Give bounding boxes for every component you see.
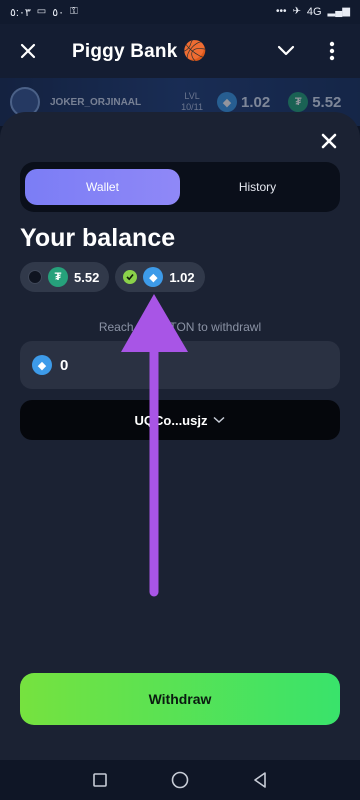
level-label: LVL xyxy=(184,91,200,102)
close-icon xyxy=(321,133,337,149)
chevron-down-icon xyxy=(277,45,295,56)
status-time: ٥:٠٣ xyxy=(10,6,31,19)
strip-usdt-balance: ₮ 5.52 xyxy=(288,92,341,112)
ton-icon: ◆ xyxy=(32,355,52,375)
key-icon: ⚿ xyxy=(70,6,78,17)
recents-button[interactable] xyxy=(80,760,120,800)
usdt-amount: 5.52 xyxy=(74,269,100,285)
sheet-close-button[interactable] xyxy=(316,128,342,154)
app-header: Piggy Bank 🏀 xyxy=(0,24,360,78)
withdraw-button[interactable]: Withdraw xyxy=(20,673,340,725)
status-left: ٥:٠٣ ▭ ٥٠ ⚿ xyxy=(10,6,78,19)
network-label: 4G xyxy=(306,6,322,18)
recents-icon xyxy=(93,773,107,787)
status-bar: ٥:٠٣ ▭ ٥٠ ⚿ ••• ✈ 4G ▂▄▆ xyxy=(0,0,360,24)
battery-icon: ▭ xyxy=(36,6,47,17)
more-dots-icon: ••• xyxy=(275,6,287,17)
home-circle-icon xyxy=(171,771,189,789)
ton-amount: 1.02 xyxy=(169,269,195,285)
back-triangle-icon xyxy=(254,772,266,788)
system-nav-bar xyxy=(0,760,360,800)
wallet-address-select[interactable]: UQCo...usjz xyxy=(20,400,340,440)
tether-icon: ₮ xyxy=(48,267,68,287)
notification-icon: ✈ xyxy=(292,6,301,17)
chevron-down-icon xyxy=(213,416,225,424)
strip-ton-balance: ◆ 1.02 xyxy=(217,92,270,112)
tether-icon: ₮ xyxy=(288,92,309,112)
withdraw-sheet: Wallet History Your balance ₮ 5.52 ◆ 1.0… xyxy=(0,112,360,760)
balance-title: Your balance xyxy=(20,224,176,252)
tab-wallet[interactable]: Wallet xyxy=(25,169,180,205)
amount-field[interactable]: ◆ 0 xyxy=(20,341,340,389)
usdt-chip[interactable]: ₮ 5.52 xyxy=(20,262,110,292)
strip-level: LVL 10/11 xyxy=(181,91,203,113)
app-title: Piggy Bank 🏀 xyxy=(72,41,207,62)
ton-icon: ◆ xyxy=(143,267,164,287)
ton-icon: ◆ xyxy=(217,92,237,112)
battery-level: ٥٠ xyxy=(52,6,65,19)
more-vertical-icon xyxy=(329,41,335,61)
close-icon xyxy=(20,43,36,59)
back-button[interactable] xyxy=(240,760,280,800)
collapse-button[interactable] xyxy=(272,37,300,65)
close-button[interactable] xyxy=(14,37,42,65)
status-right: ••• ✈ 4G ▂▄▆ xyxy=(276,6,350,18)
radio-unchecked-icon xyxy=(28,270,42,284)
header-actions xyxy=(272,37,346,65)
strip-usdt-amount: 5.52 xyxy=(312,93,342,111)
home-button[interactable] xyxy=(160,760,200,800)
wallet-address: UQCo...usjz xyxy=(134,412,208,428)
strip-username: JOKER_ORJINAAL xyxy=(50,96,142,108)
check-icon xyxy=(123,270,138,284)
currency-chips: ₮ 5.52 ◆ 1.02 xyxy=(20,262,205,292)
strip-ton-amount: 1.02 xyxy=(241,93,271,111)
ton-chip[interactable]: ◆ 1.02 xyxy=(115,262,205,292)
more-button[interactable] xyxy=(318,37,346,65)
signal-icon: ▂▄▆ xyxy=(327,6,350,17)
wallet-history-tabs: Wallet History xyxy=(20,162,340,212)
tab-history[interactable]: History xyxy=(180,169,335,205)
amount-value: 0 xyxy=(60,356,69,374)
withdraw-minimum-hint: Reach min 1 TON to withdrawl xyxy=(98,320,262,334)
